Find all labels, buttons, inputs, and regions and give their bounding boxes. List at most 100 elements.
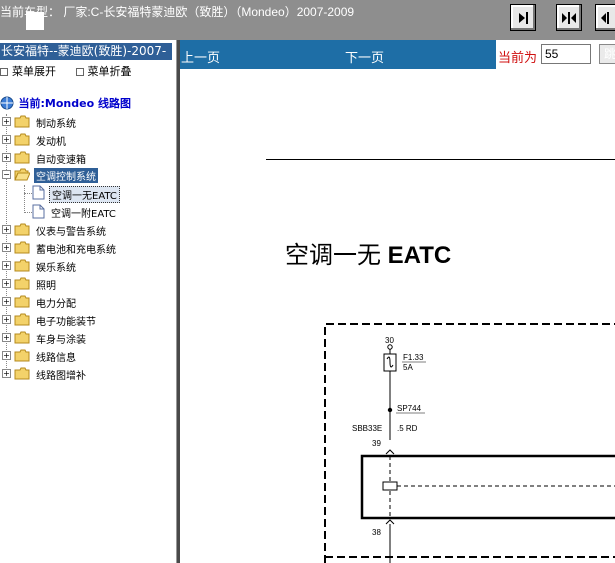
tree-item-climate-control[interactable]: − 空调控制系统 [0,167,176,183]
prev-page-link[interactable]: 上一页 [181,47,220,66]
expand-toggle-icon[interactable]: + [2,135,11,144]
title-marker-box [26,12,44,30]
sidebar-tree-panel: 长安福特--蒙迪欧(致胜)-2007- 菜单展开 菜单折叠 当前:Mondeo … [0,40,177,563]
folder-icon [14,367,30,380]
tree-item-label: 发动机 [36,137,66,148]
folder-icon [14,295,30,308]
tree-item-label: 空调一无EATC [49,186,120,203]
expand-toggle-icon[interactable]: + [2,225,11,234]
jump-button[interactable]: 跳 [599,44,615,64]
collapse-toggle-icon[interactable]: − [2,170,11,179]
tree-item-entertainment[interactable]: + 娱乐系统 [0,258,176,274]
current-page-label: 当前为 [498,51,538,66]
connector-top-pin: 39 [372,439,381,448]
tree-item-ac-with-eatc[interactable]: 空调一附EATC [0,204,176,220]
bar-arrow-icon [519,12,528,24]
connector-arrow [385,449,395,455]
tree-item-label: 自动变速箱 [36,155,86,166]
expand-toggle-icon[interactable]: + [2,243,11,252]
tree-item-electronic-features[interactable]: + 电子功能装节 [0,312,176,328]
folder-icon [14,223,30,236]
next-page-link[interactable]: 下一页 [345,47,384,66]
tree-item-power-distribution[interactable]: + 电力分配 [0,294,176,310]
expand-toggle-icon[interactable]: + [2,117,11,126]
diagram-border [324,323,615,563]
tree-item-label: 娱乐系统 [36,263,76,274]
module-box [360,454,615,520]
tree-item-wiring-info[interactable]: + 线路信息 [0,348,176,364]
folder-icon [14,313,30,326]
arrows-outward-icon [601,12,609,24]
tree-item-brake[interactable]: + 制动系统 [0,114,176,130]
expand-toggle-icon[interactable]: + [2,351,11,360]
wire-spec: .5 RD [397,424,418,433]
expand-toggle-icon[interactable]: + [2,297,11,306]
sidebar-menu: 菜单展开 菜单折叠 [0,63,148,79]
fuse-rating: 5A [403,363,413,372]
arrows-inward-icon [562,12,576,24]
tree-item-label: 空调控制系统 [34,168,98,183]
goto-start-button[interactable] [510,4,536,31]
tree-item-label: 线路信息 [36,353,76,364]
folder-icon [14,151,30,164]
document-icon [32,204,45,219]
expand-toggle-icon[interactable]: + [2,369,11,378]
folder-icon [14,241,30,254]
splice-label: SP744 [397,404,422,413]
globe-icon [0,96,14,110]
top-bar: 当前车型： 厂家:C-长安福特蒙迪欧（致胜）（Mondeo）2007-2009 [0,0,615,40]
tree-item-label: 仪表与警告系统 [36,227,106,238]
wire-code: SBB33E [352,424,382,433]
tree-item-lighting[interactable]: + 照明 [0,276,176,292]
document-viewer: 空调一无 EATC 30 F1.33 5A SP744 SBB33E .5 RD… [180,69,615,563]
tree-item-wiring-supplement[interactable]: + 线路图增补 [0,366,176,382]
expand-toggle-icon[interactable]: + [2,315,11,324]
connector-bottom-pin: 38 [372,528,381,537]
connector-arrow [385,519,395,525]
tree-item-ac-without-eatc[interactable]: 空调一无EATC [0,185,176,203]
pin-top-number: 30 [385,336,394,345]
pin-terminal [387,344,393,350]
tree-item-label: 车身与涂装 [36,335,86,346]
menu-collapse-link[interactable]: 菜单折叠 [75,63,132,79]
tree-item-label: 照明 [36,281,56,292]
tree-item-label: 线路图增补 [36,371,86,382]
expand-toggle-icon[interactable]: + [2,333,11,342]
page-nav-bar: 上一页 下一页 当前为 跳 [180,40,615,69]
page-number-input[interactable] [541,44,591,64]
vehicle-title: 当前车型： 厂家:C-长安福特蒙迪欧（致胜）（Mondeo）2007-2009 [0,5,355,19]
collapse-panel-button[interactable] [556,4,582,31]
tree-item-body-paint[interactable]: + 车身与涂装 [0,330,176,346]
folder-icon [14,259,30,272]
tree-item-instruments[interactable]: + 仪表与警告系统 [0,222,176,238]
internal-component [382,481,398,491]
expand-toggle-icon[interactable]: + [2,279,11,288]
tree-item-battery-charging[interactable]: + 蓄电池和充电系统 [0,240,176,256]
menu-collapse-label: 菜单折叠 [87,65,132,78]
expand-toggle-icon[interactable]: + [2,153,11,162]
tree-root[interactable]: 当前:Mondeo 线路图 [0,95,131,111]
document-icon [32,185,45,200]
tree-item-label: 电力分配 [36,299,76,310]
fuse-id: F1.33 [403,353,424,362]
tree-root-label: 当前:Mondeo 线路图 [18,97,131,110]
menu-expand-label: 菜单展开 [12,65,56,78]
folder-icon [14,277,30,290]
splice-node [387,407,393,413]
folder-icon [14,331,30,344]
expand-panel-button[interactable] [595,4,615,31]
folder-icon [14,133,30,146]
sidebar-header: 长安福特--蒙迪欧(致胜)-2007- [0,43,172,60]
tree-item-engine[interactable]: + 发动机 [0,132,176,148]
folder-icon [14,115,30,128]
expand-toggle-icon[interactable]: + [2,261,11,270]
tree-item-label: 蓄电池和充电系统 [36,245,116,256]
wiring-diagram: 30 F1.33 5A SP744 SBB33E .5 RD 39 38 [324,323,615,563]
tree-item-label: 制动系统 [36,119,76,130]
tree-item-label: 电子功能装节 [36,317,96,328]
tree-item-label: 空调一附EATC [51,209,116,220]
open-folder-icon [14,168,30,181]
menu-expand-link[interactable]: 菜单展开 [0,63,56,79]
expand-icon [0,68,8,76]
tree-item-auto-transmission[interactable]: + 自动变速箱 [0,150,176,166]
